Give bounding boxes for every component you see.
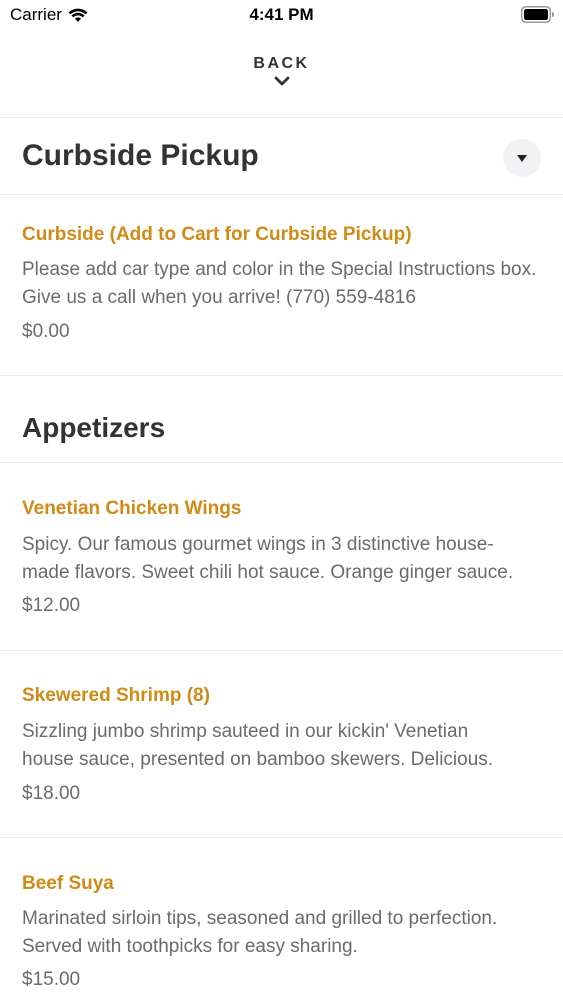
item-name: Venetian Chicken Wings — [22, 498, 242, 519]
section-title: Appetizers — [22, 412, 166, 443]
clock: 4:41 PM — [249, 5, 314, 24]
section-title: Curbside Pickup — [22, 139, 259, 172]
item-price: $12.00 — [22, 595, 81, 616]
back-button[interactable]: BACK — [0, 50, 563, 118]
caret-down-icon — [517, 154, 527, 162]
item-price: $18.00 — [22, 783, 81, 804]
item-price: $15.00 — [22, 969, 81, 990]
section-header-appetizers: Appetizers — [0, 376, 563, 463]
item-name: Skewered Shrimp (8) — [22, 685, 210, 706]
status-bar: Carrier 4:41 PM — [0, 0, 563, 30]
menu-item[interactable]: Skewered Shrimp (8) Sizzling jumbo shrim… — [0, 651, 563, 838]
item-description: Please add car type and color in the Spe… — [22, 259, 537, 308]
item-description: Spicy. Our famous gourmet wings in 3 dis… — [22, 534, 514, 583]
menu-item[interactable]: Curbside (Add to Cart for Curbside Picku… — [0, 195, 563, 376]
menu-item[interactable]: Beef Suya Marinated sirloin tips, season… — [0, 838, 563, 1000]
battery-icon — [521, 6, 554, 23]
menu-item[interactable]: Venetian Chicken Wings Spicy. Our famous… — [0, 463, 563, 651]
item-name: Beef Suya — [22, 873, 114, 894]
section-toggle-button[interactable] — [503, 139, 541, 177]
back-label: BACK — [253, 55, 310, 72]
item-description: Sizzling jumbo shrimp sauteed in our kic… — [22, 721, 494, 770]
item-price: $0.00 — [22, 321, 70, 342]
item-description: Marinated sirloin tips, seasoned and gri… — [22, 908, 498, 957]
item-name: Curbside (Add to Cart for Curbside Picku… — [22, 224, 412, 245]
chevron-down-icon — [274, 76, 289, 86]
section-header-curbside: Curbside Pickup — [0, 119, 563, 195]
